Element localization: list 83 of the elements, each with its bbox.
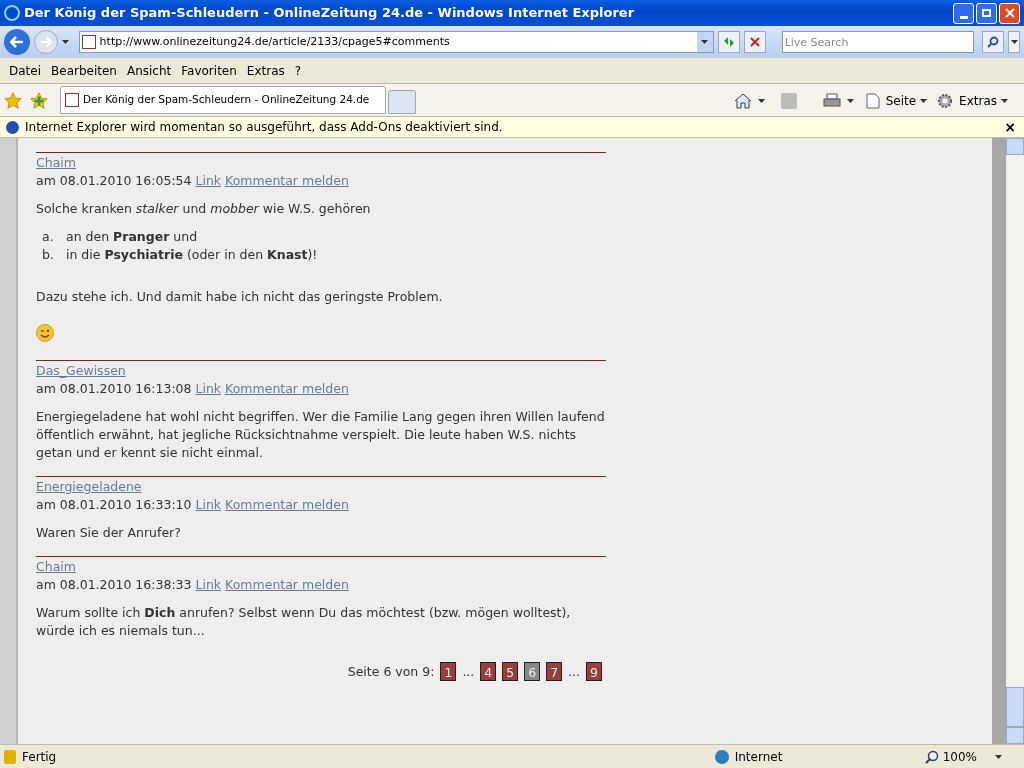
permalink[interactable]: Link: [195, 172, 222, 190]
add-favorite-icon[interactable]: [30, 92, 48, 110]
pagination-ellipsis: ...: [462, 662, 475, 681]
menu-item[interactable]: Datei: [4, 61, 46, 80]
window-title: Der König der Spam-Schleudern - OnlineZeitung 24.de - Windows Internet Explorer: [24, 4, 636, 23]
permalink[interactable]: Link: [195, 576, 222, 594]
info-bar-text: Internet Explorer wird momentan so ausgeführt, dass Add-Ons deaktiviert sind.: [25, 119, 504, 136]
report-comment-link[interactable]: Kommentar melden: [225, 380, 349, 398]
list-marker: a.: [42, 228, 55, 246]
page-link[interactable]: 1: [440, 662, 457, 681]
report-comment-link[interactable]: Kommentar melden: [225, 496, 349, 514]
page-link[interactable]: 4: [480, 662, 497, 681]
refresh-button[interactable]: [717, 31, 740, 53]
list-marker: b.: [42, 246, 55, 264]
pagination-label: Seite 6 von 9:: [347, 662, 435, 681]
page-icon: [865, 93, 880, 109]
printer-icon[interactable]: [822, 93, 841, 109]
permalink[interactable]: Link: [195, 380, 222, 398]
zoom-level[interactable]: 100%: [942, 747, 1002, 766]
author-link[interactable]: Das_Gewissen: [36, 362, 126, 380]
site-favicon-icon: [81, 35, 96, 49]
back-button[interactable]: [4, 29, 30, 55]
info-bar-close-button[interactable]: ×: [1002, 116, 1018, 138]
caret-icon: [920, 99, 928, 103]
list-item-text: in die Psychiatrie (oder in den Knast)!: [66, 246, 318, 264]
author-link[interactable]: Energiegeladene: [36, 478, 142, 496]
report-comment-link[interactable]: Kommentar melden: [225, 576, 349, 594]
comment-text: Warum sollte ich Dich anrufen? Selbst wenn Du das möchtest (bzw. mögen wolltest), würde ich es niemals tun...: [36, 604, 572, 640]
comment-text: Solche kranken stalker und mobber wie W.S. gehören: [36, 200, 372, 218]
menu-item[interactable]: Bearbeiten: [46, 61, 122, 80]
page-link[interactable]: 5: [502, 662, 519, 681]
permalink[interactable]: Link: [195, 496, 222, 514]
stop-icon: [749, 37, 760, 47]
report-comment-link[interactable]: Kommentar melden: [225, 172, 349, 190]
search-button[interactable]: [982, 31, 1005, 53]
back-arrow-icon: [9, 36, 24, 48]
search-field[interactable]: Live Search: [781, 31, 975, 53]
star-icon[interactable]: [4, 92, 22, 110]
comment-date: am 08.01.2010 16:33:10: [36, 496, 192, 514]
winking-smiley-icon: [36, 324, 54, 342]
security-zone: Internet: [734, 748, 784, 766]
comment-date: am 08.01.2010 16:13:08: [36, 380, 192, 398]
gear-icon: [937, 93, 954, 109]
page-menu-button[interactable]: Seite: [885, 92, 928, 110]
close-icon: [1004, 8, 1015, 18]
site-favicon-icon: [65, 93, 79, 107]
caret-icon: [1010, 40, 1018, 44]
author-link[interactable]: Chaim: [36, 154, 76, 172]
page-link[interactable]: 6: [524, 662, 541, 681]
comment-text: Dazu stehe ich. Und damit habe ich nicht das geringste Problem.: [36, 288, 444, 306]
list-item-text: an den Pranger und: [66, 228, 198, 246]
menu-item[interactable]: Ansicht: [121, 61, 177, 80]
status-text: Fertig: [22, 748, 58, 766]
info-bar[interactable]: Internet Explorer wird momentan so ausgeführt, dass Add-Ons deaktiviert sind. ×: [0, 116, 1024, 138]
zoom-icon: [924, 749, 939, 764]
stop-button[interactable]: [743, 31, 766, 53]
menu-item[interactable]: Extras: [241, 61, 290, 80]
caret-icon: [61, 40, 69, 44]
caret-icon: [701, 40, 709, 44]
menu-item[interactable]: Favoriten: [176, 61, 242, 80]
tools-menu-button[interactable]: Extras: [959, 92, 1008, 110]
comment-text: Waren Sie der Anrufer?: [36, 524, 182, 542]
caret-icon: [757, 99, 765, 103]
scrollbar[interactable]: [1006, 138, 1024, 744]
comment-text: Energiegeladene hat wohl nicht begriffen. Wer die Familie Lang gegen ihren Willen laufend öffentlich erwähnt, hat jegliche Rücksichtnahme verspielt. Die leute haben W.S. nichts getan und er kennt sie nicht einmal.: [36, 408, 606, 462]
close-button[interactable]: [999, 2, 1020, 24]
comment-date: am 08.01.2010 16:05:54: [36, 172, 192, 190]
address-field[interactable]: http://www.onlinezeitung24.de/article/2133/cpage5#comments: [78, 31, 714, 53]
restore-button[interactable]: [976, 2, 997, 24]
page-link[interactable]: 9: [586, 662, 602, 681]
search-icon: [987, 36, 1000, 48]
home-icon[interactable]: [733, 93, 752, 109]
caret-icon: [1001, 99, 1008, 103]
author-link[interactable]: Chaim: [36, 558, 76, 576]
pagination-ellipsis: ...: [568, 662, 581, 681]
menu-item[interactable]: ?: [289, 61, 307, 80]
page-link[interactable]: 7: [546, 662, 563, 681]
caret-icon: [995, 754, 1002, 759]
browser-tab[interactable]: Der König der Spam-Schleudern - OnlineZeitung 24.de: [60, 86, 386, 114]
comment-date: am 08.01.2010 16:38:33: [36, 576, 192, 594]
forward-arrow-icon: [39, 37, 52, 47]
minimize-button[interactable]: [953, 2, 974, 24]
caret-icon: [846, 99, 854, 103]
